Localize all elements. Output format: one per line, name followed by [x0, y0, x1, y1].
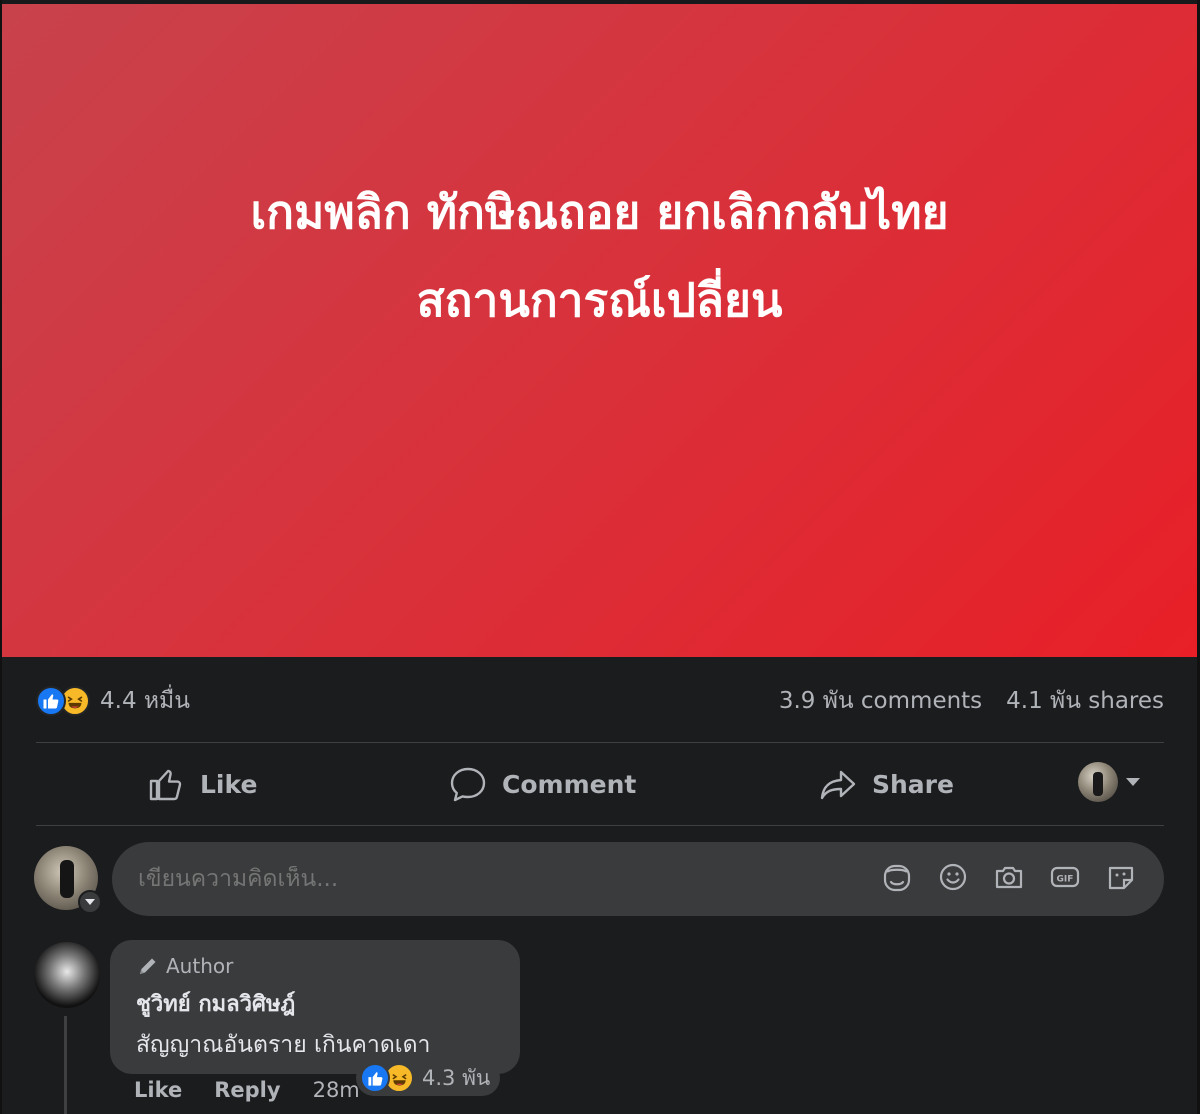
- reaction-summary[interactable]: 4.4 หมื่น: [36, 683, 190, 719]
- avatar[interactable]: [34, 942, 100, 1008]
- pencil-icon: [140, 958, 156, 974]
- share-button-label: Share: [872, 769, 954, 799]
- svg-text:GIF: GIF: [1057, 875, 1074, 885]
- divider: [36, 825, 1164, 826]
- author-badge-label: Author: [166, 954, 234, 978]
- comment-item: Author ชูวิทย์ กมลวิศิษฎ์ สัญญาณอันตราย …: [34, 940, 934, 1114]
- post-image[interactable]: เกมพลิก ทักษิณถอย ยกเลิกกลับไทย สถานการณ…: [2, 4, 1197, 657]
- chevron-down-icon[interactable]: [78, 890, 102, 914]
- avatar-sticker-icon[interactable]: [880, 860, 914, 894]
- camera-icon[interactable]: [992, 860, 1026, 894]
- comment-meta: Like Reply 28m: [134, 1078, 360, 1102]
- reaction-count: 4.4 หมื่น: [100, 688, 190, 714]
- comment-reaction-count: 4.3 พัน: [422, 1065, 491, 1090]
- comment-input-box[interactable]: GIF: [112, 842, 1164, 916]
- sticker-icon[interactable]: [1104, 860, 1138, 894]
- emoji-icon[interactable]: [936, 860, 970, 894]
- post-actions-bar: Like Comment Share: [36, 748, 1164, 820]
- comment-author-name[interactable]: ชูวิทย์ กมลวิศิษฎ์: [136, 986, 494, 1021]
- comment-text: สัญญาณอันตราย เกินคาดเดา: [136, 1032, 431, 1058]
- post-stats: 4.4 หมื่น 3.9 พัน comments 4.1 พัน share…: [36, 678, 1164, 724]
- like-icon: [36, 686, 66, 716]
- gif-icon[interactable]: GIF: [1048, 860, 1082, 894]
- comment-button-label: Comment: [502, 769, 637, 799]
- post-headline-line1: เกมพลิก ทักษิณถอย ยกเลิกกลับไทย: [250, 185, 949, 239]
- comment-like-link[interactable]: Like: [134, 1078, 182, 1102]
- like-button-label: Like: [200, 769, 258, 799]
- comments-count-link[interactable]: 3.9 พัน comments: [779, 683, 982, 719]
- like-button[interactable]: Like: [146, 754, 257, 814]
- thread-line: [64, 1016, 67, 1114]
- comment-reply-link[interactable]: Reply: [214, 1078, 280, 1102]
- author-badge: Author: [136, 954, 494, 978]
- divider: [36, 742, 1164, 743]
- avatar: [1078, 762, 1118, 802]
- post-headline-line2: สถานการณ์เปลี่ยน: [416, 273, 783, 327]
- comment-input[interactable]: [138, 866, 838, 892]
- comment-reaction-summary[interactable]: 4.3 พัน: [356, 1060, 501, 1096]
- thumbs-up-icon: [149, 769, 182, 801]
- comment-composer: GIF: [34, 842, 1164, 916]
- share-button[interactable]: Share: [818, 754, 954, 814]
- chevron-down-icon: [1126, 778, 1140, 786]
- comment-bubble: Author ชูวิทย์ กมลวิศิษฎ์ สัญญาณอันตราย …: [110, 940, 520, 1074]
- comment-button[interactable]: Comment: [448, 754, 636, 814]
- shares-count-link[interactable]: 4.1 พัน shares: [1006, 683, 1164, 719]
- comment-bubble-icon: [450, 767, 486, 802]
- share-arrow-icon: [820, 770, 856, 800]
- like-icon: [360, 1063, 390, 1093]
- comment-timestamp[interactable]: 28m: [313, 1078, 360, 1102]
- comment-as-selector[interactable]: [1078, 762, 1140, 802]
